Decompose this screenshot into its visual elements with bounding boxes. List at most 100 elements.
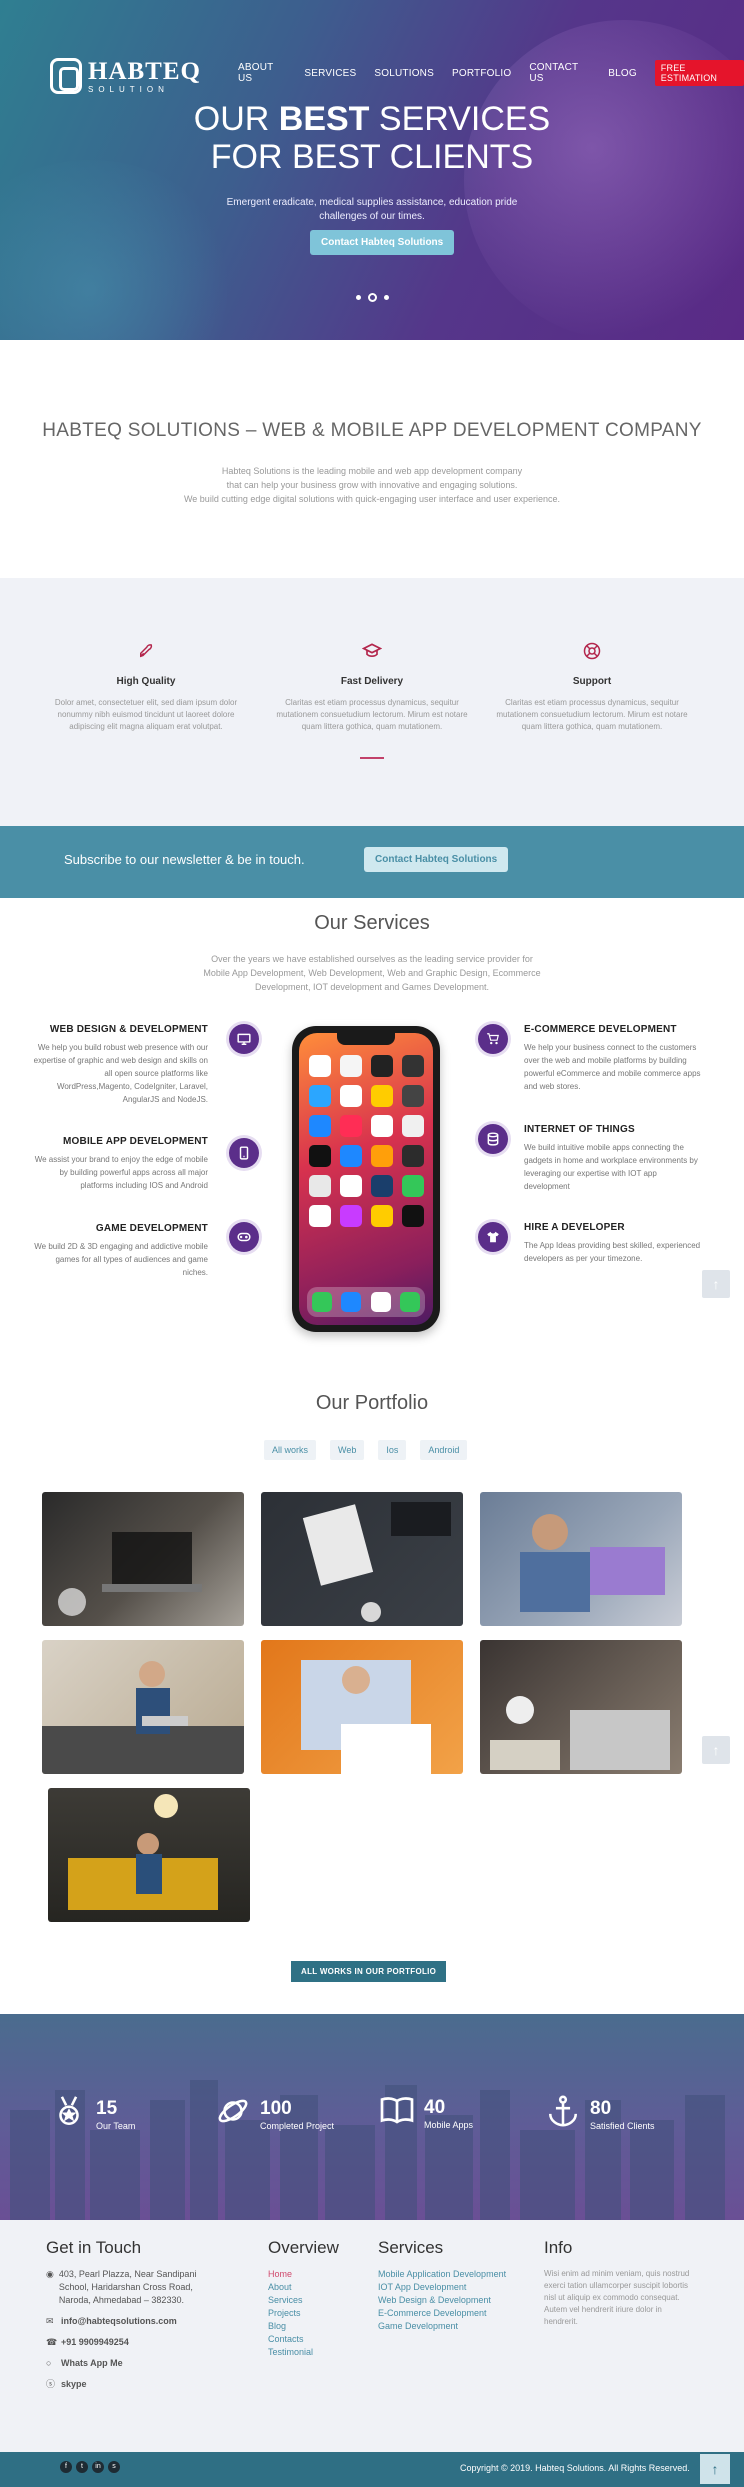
service-title: WEB DESIGN & DEVELOPMENT [49, 1024, 208, 1035]
feature-text: Claritas est etiam processus dynamicus, … [276, 698, 468, 731]
copyright-text: Copyright © 2019. Habteq Solutions. All … [460, 2463, 690, 2473]
footer-link-blog[interactable]: Blog [268, 2320, 339, 2333]
portfolio-image-notebook[interactable] [261, 1492, 463, 1626]
mobile-icon [229, 1138, 259, 1168]
skype-icon[interactable]: s [108, 2461, 120, 2473]
footer-link-ecommerce[interactable]: E-Commerce Development [378, 2307, 506, 2320]
portfolio-image-man-couch[interactable] [42, 1640, 244, 1774]
footer-heading: Overview [268, 2238, 339, 2257]
linkedin-icon[interactable]: in [92, 2461, 104, 2473]
service-web-design[interactable]: WEB DESIGN & DEVELOPMENT We help you bui… [28, 1024, 208, 1106]
portfolio-heading: Our Portfolio [315, 1392, 429, 1414]
free-estimation-button[interactable]: FREE ESTIMATION [654, 60, 744, 86]
skype-icon: ⓢ [46, 2379, 56, 2389]
footer-link-game[interactable]: Game Development [378, 2320, 506, 2333]
nav-blog[interactable]: BLOG [608, 68, 637, 79]
app-icon [402, 1115, 424, 1137]
filter-all-works[interactable]: All works [264, 1440, 317, 1460]
scroll-top-icon[interactable]: ↑ [702, 1736, 730, 1764]
filter-ios[interactable]: Ios [378, 1440, 407, 1460]
app-icon [370, 1292, 391, 1312]
portfolio-image-laptop-desk[interactable] [42, 1492, 244, 1626]
portfolio-image-man-laptop[interactable] [480, 1492, 682, 1626]
contact-phone[interactable]: ☎ +91 9909949254 [46, 2336, 226, 2349]
filter-web[interactable]: Web [330, 1440, 365, 1460]
filter-android[interactable]: Android [420, 1440, 468, 1460]
app-icon [309, 1205, 331, 1227]
footer-link-services[interactable]: Services [268, 2294, 339, 2307]
service-mobile-app[interactable]: MOBILE APP DEVELOPMENT We assist your br… [28, 1136, 208, 1192]
stat-value: 15 [96, 2097, 118, 2119]
city-skyline [10, 2080, 725, 2220]
gamepad-icon [229, 1222, 259, 1252]
scroll-top-icon[interactable]: ↑ [702, 1270, 730, 1298]
nav-portfolio[interactable]: PORTFOLIO [452, 68, 511, 79]
stat-label: Satisfied Clients [590, 2120, 655, 2131]
app-icon [402, 1175, 424, 1197]
service-title: INTERNET OF THINGS [524, 1124, 635, 1135]
portfolio-image-yellow-sofa[interactable] [48, 1788, 250, 1922]
intro-heading: HABTEQ SOLUTIONS – WEB & MOBILE APP DEVE… [42, 420, 702, 441]
footer-link-mobile-app[interactable]: Mobile Application Development [378, 2268, 506, 2281]
footer-link-home[interactable]: Home [268, 2268, 339, 2281]
phone-text: +91 9909949254 [61, 2337, 129, 2347]
nav-services[interactable]: SERVICES [304, 68, 356, 79]
facebook-icon[interactable]: f [60, 2461, 72, 2473]
slider-dot[interactable] [356, 295, 361, 300]
stat-label: Mobile Apps [424, 2119, 474, 2130]
footer-link-about[interactable]: About [268, 2281, 339, 2294]
service-internet-of-things[interactable]: INTERNET OF THINGS We build intuitive mo… [524, 1124, 704, 1193]
service-hire-developer[interactable]: HIRE A DEVELOPER The App Ideas providing… [524, 1222, 704, 1265]
hero-contact-button[interactable]: Contact Habteq Solutions [310, 230, 455, 255]
scroll-top-icon[interactable]: ↑ [700, 2454, 730, 2484]
app-icon [402, 1205, 424, 1227]
footer-contact: Get in Touch ◉ 403, Pearl Plazza, Near S… [46, 2238, 226, 2399]
book-icon [378, 2094, 416, 2133]
contact-email[interactable]: ✉ info@habteqsolutions.com [46, 2315, 226, 2328]
contact-whatsapp[interactable]: ○ Whats App Me [46, 2357, 226, 2370]
service-text: The App Ideas providing best skilled, ex… [524, 1241, 701, 1263]
app-icon [402, 1085, 424, 1107]
phone-mockup [292, 1026, 440, 1332]
contact-address: ◉ 403, Pearl Plazza, Near Sandipani Scho… [46, 2268, 226, 2307]
nav-contact-us[interactable]: CONTACT US [529, 62, 590, 84]
portfolio-filters: All works Web Ios Android [264, 1440, 468, 1460]
service-ecommerce[interactable]: E-COMMERCE DEVELOPMENT We help your busi… [524, 1024, 704, 1093]
all-works-button[interactable]: ALL WORKS IN OUR PORTFOLIO [291, 1961, 447, 1982]
logo[interactable]: HABTEQ SOLUTION [50, 58, 201, 94]
slider-dot-active[interactable] [368, 293, 377, 302]
stat-our-team: 15 Our Team [50, 2094, 135, 2135]
nav-about-us[interactable]: ABOUT US [238, 62, 286, 84]
footer-link-testimonial[interactable]: Testimonial [268, 2346, 339, 2359]
app-icon [340, 1085, 362, 1107]
portfolio-image-coffee-laptop[interactable] [480, 1640, 682, 1774]
contact-skype[interactable]: ⓢ skype [46, 2378, 226, 2391]
footer-link-iot[interactable]: IOT App Development [378, 2281, 506, 2294]
feature-text: Dolor amet, consectetuer elit, sed diam … [54, 698, 238, 731]
app-icon [371, 1145, 393, 1167]
footer-link-web-design[interactable]: Web Design & Development [378, 2294, 506, 2307]
intro-line: that can help your business grow with in… [226, 480, 518, 490]
map-marker-icon: ◉ [46, 2269, 54, 2279]
nav-solutions[interactable]: SOLUTIONS [374, 68, 434, 79]
slider-dot[interactable] [384, 295, 389, 300]
app-icon [311, 1292, 332, 1312]
portfolio-section: Our Portfolio All works Web Ios Android … [0, 1368, 744, 2014]
service-game-development[interactable]: GAME DEVELOPMENT We build 2D & 3D engagi… [28, 1223, 208, 1279]
phone-notch [337, 1033, 395, 1045]
stat-mobile-apps: 40 Mobile Apps [378, 2094, 473, 2133]
footer-link-projects[interactable]: Projects [268, 2307, 339, 2320]
service-text: We assist your brand to enjoy the edge o… [34, 1155, 208, 1190]
stat-label: Our Team [96, 2120, 136, 2131]
service-text: We build intuitive mobile apps connectin… [524, 1143, 698, 1191]
portfolio-image-writing[interactable] [261, 1640, 463, 1774]
app-icon [341, 1292, 362, 1312]
feature-text: Claritas est etiam processus dynamicus, … [496, 698, 688, 731]
feature-high-quality: High Quality Dolor amet, consectetuer el… [46, 642, 246, 733]
twitter-icon[interactable]: t [76, 2461, 88, 2473]
graduation-cap-icon [361, 642, 383, 664]
app-icon [400, 1292, 421, 1312]
newsletter-contact-button[interactable]: Contact Habteq Solutions [364, 847, 509, 872]
footer-link-contacts[interactable]: Contacts [268, 2333, 339, 2346]
app-icon [309, 1055, 331, 1077]
